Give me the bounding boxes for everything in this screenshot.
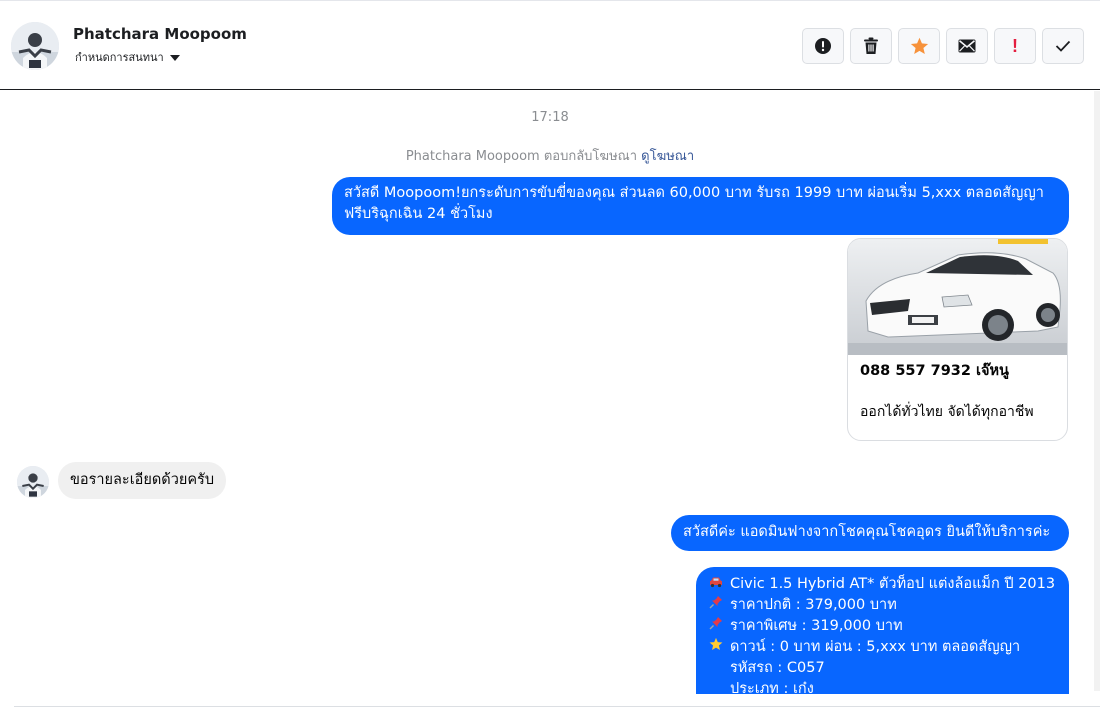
car-photo	[848, 239, 1067, 355]
car-icon	[708, 574, 724, 595]
message-text: สวัสดีค่ะ แอดมินฟางจากโชคคุณโชคอุดร ยินด…	[683, 524, 1051, 540]
envelope-icon	[958, 39, 976, 53]
avatar-photo	[11, 22, 59, 70]
message-line-text: ราคาปกติ : 379,000 บาท	[730, 597, 897, 613]
message-line-text: ราคาพิเศษ : 319,000 บาท	[730, 618, 903, 634]
outgoing-message-bubble[interactable]: สวัสดี Moopoom!ยกระดับการขับขี่ของคุณ ส่…	[332, 177, 1069, 235]
message-text: ขอรายละเอียดด้วยครับ	[70, 472, 215, 488]
report-button[interactable]	[802, 28, 844, 64]
sender-avatar[interactable]	[17, 466, 49, 498]
caret-down-icon	[169, 54, 180, 61]
star-icon	[910, 37, 928, 55]
ad-reply-notice: Phatchara Moopoom ตอบกลับโฆษณา ดูโฆษณา	[0, 145, 1100, 166]
contact-name[interactable]: Phatchara Moopoom	[73, 25, 247, 43]
message-line-text: ดาวน์ : 0 บาท ผ่อน : 5,xxx บาท ตลอดสัญญา	[730, 639, 1021, 655]
message-text: สวัสดี Moopoom!ยกระดับการขับขี่ของคุณ ส่…	[344, 185, 1044, 222]
outgoing-message-bubble[interactable]: สวัสดีค่ะ แอดมินฟางจากโชคคุณโชคอุดร ยินด…	[671, 515, 1069, 551]
ad-card-description: ออกได้ทั่วไทย จัดได้ทุกอาชีพ	[860, 404, 1034, 420]
contact-avatar[interactable]	[11, 22, 59, 70]
ad-card-title: 088 557 7932 เจ๊หนู	[860, 363, 1009, 379]
message-line: ดาวน์ : 0 บาท ผ่อน : 5,xxx บาท ตลอดสัญญา	[708, 637, 1057, 658]
message-line-text: ประเภท : เก๋ง	[730, 681, 814, 694]
mark-unread-button[interactable]	[946, 28, 988, 64]
conversation-header: Phatchara Moopoom กำหนดการสนทนา !	[0, 0, 1100, 90]
ad-card[interactable]: 088 557 7932 เจ๊หนู ออกได้ทั่วไทย จัดได้…	[847, 238, 1068, 441]
action-toolbar: !	[802, 28, 1084, 64]
conversation-status-label: กำหนดการสนทนา	[75, 51, 164, 64]
star-icon	[708, 637, 724, 658]
alert-circle-icon	[815, 38, 831, 54]
avatar-photo	[17, 466, 49, 498]
pin-icon	[708, 595, 724, 616]
message-line: ราคาปกติ : 379,000 บาท	[708, 595, 1057, 616]
check-icon	[1055, 40, 1071, 52]
delete-button[interactable]	[850, 28, 892, 64]
incoming-message-bubble[interactable]: ขอรายละเอียดด้วยครับ	[58, 462, 227, 499]
message-line-text: Civic 1.5 Hybrid AT* ตัวท็อป แต่งล้อแม็ก…	[730, 576, 1056, 592]
divider	[14, 706, 1100, 707]
pin-icon	[708, 616, 724, 637]
ad-reply-text: Phatchara Moopoom ตอบกลับโฆษณา	[405, 149, 637, 164]
conversation-status-dropdown[interactable]: กำหนดการสนทนา	[75, 48, 180, 66]
message-line-text: รหัสรถ : C057	[730, 660, 825, 676]
trash-icon	[864, 37, 878, 54]
message-line: รหัสรถ : C057	[708, 658, 1057, 679]
message-line: ราคาพิเศษ : 319,000 บาท	[708, 616, 1057, 637]
message-line: Civic 1.5 Hybrid AT* ตัวท็อป แต่งล้อแม็ก…	[708, 574, 1057, 595]
outgoing-message-bubble[interactable]: Civic 1.5 Hybrid AT* ตัวท็อป แต่งล้อแม็ก…	[696, 567, 1069, 694]
mark-important-button[interactable]: !	[994, 28, 1036, 64]
view-ad-link[interactable]: ดูโฆษณา	[641, 149, 694, 164]
message-timestamp: 17:18	[531, 110, 569, 125]
scrollbar[interactable]	[1094, 91, 1100, 691]
mark-done-button[interactable]	[1042, 28, 1084, 64]
star-button[interactable]	[898, 28, 940, 64]
message-line: ประเภท : เก๋ง	[708, 679, 1057, 694]
exclamation-icon: !	[1012, 35, 1018, 56]
